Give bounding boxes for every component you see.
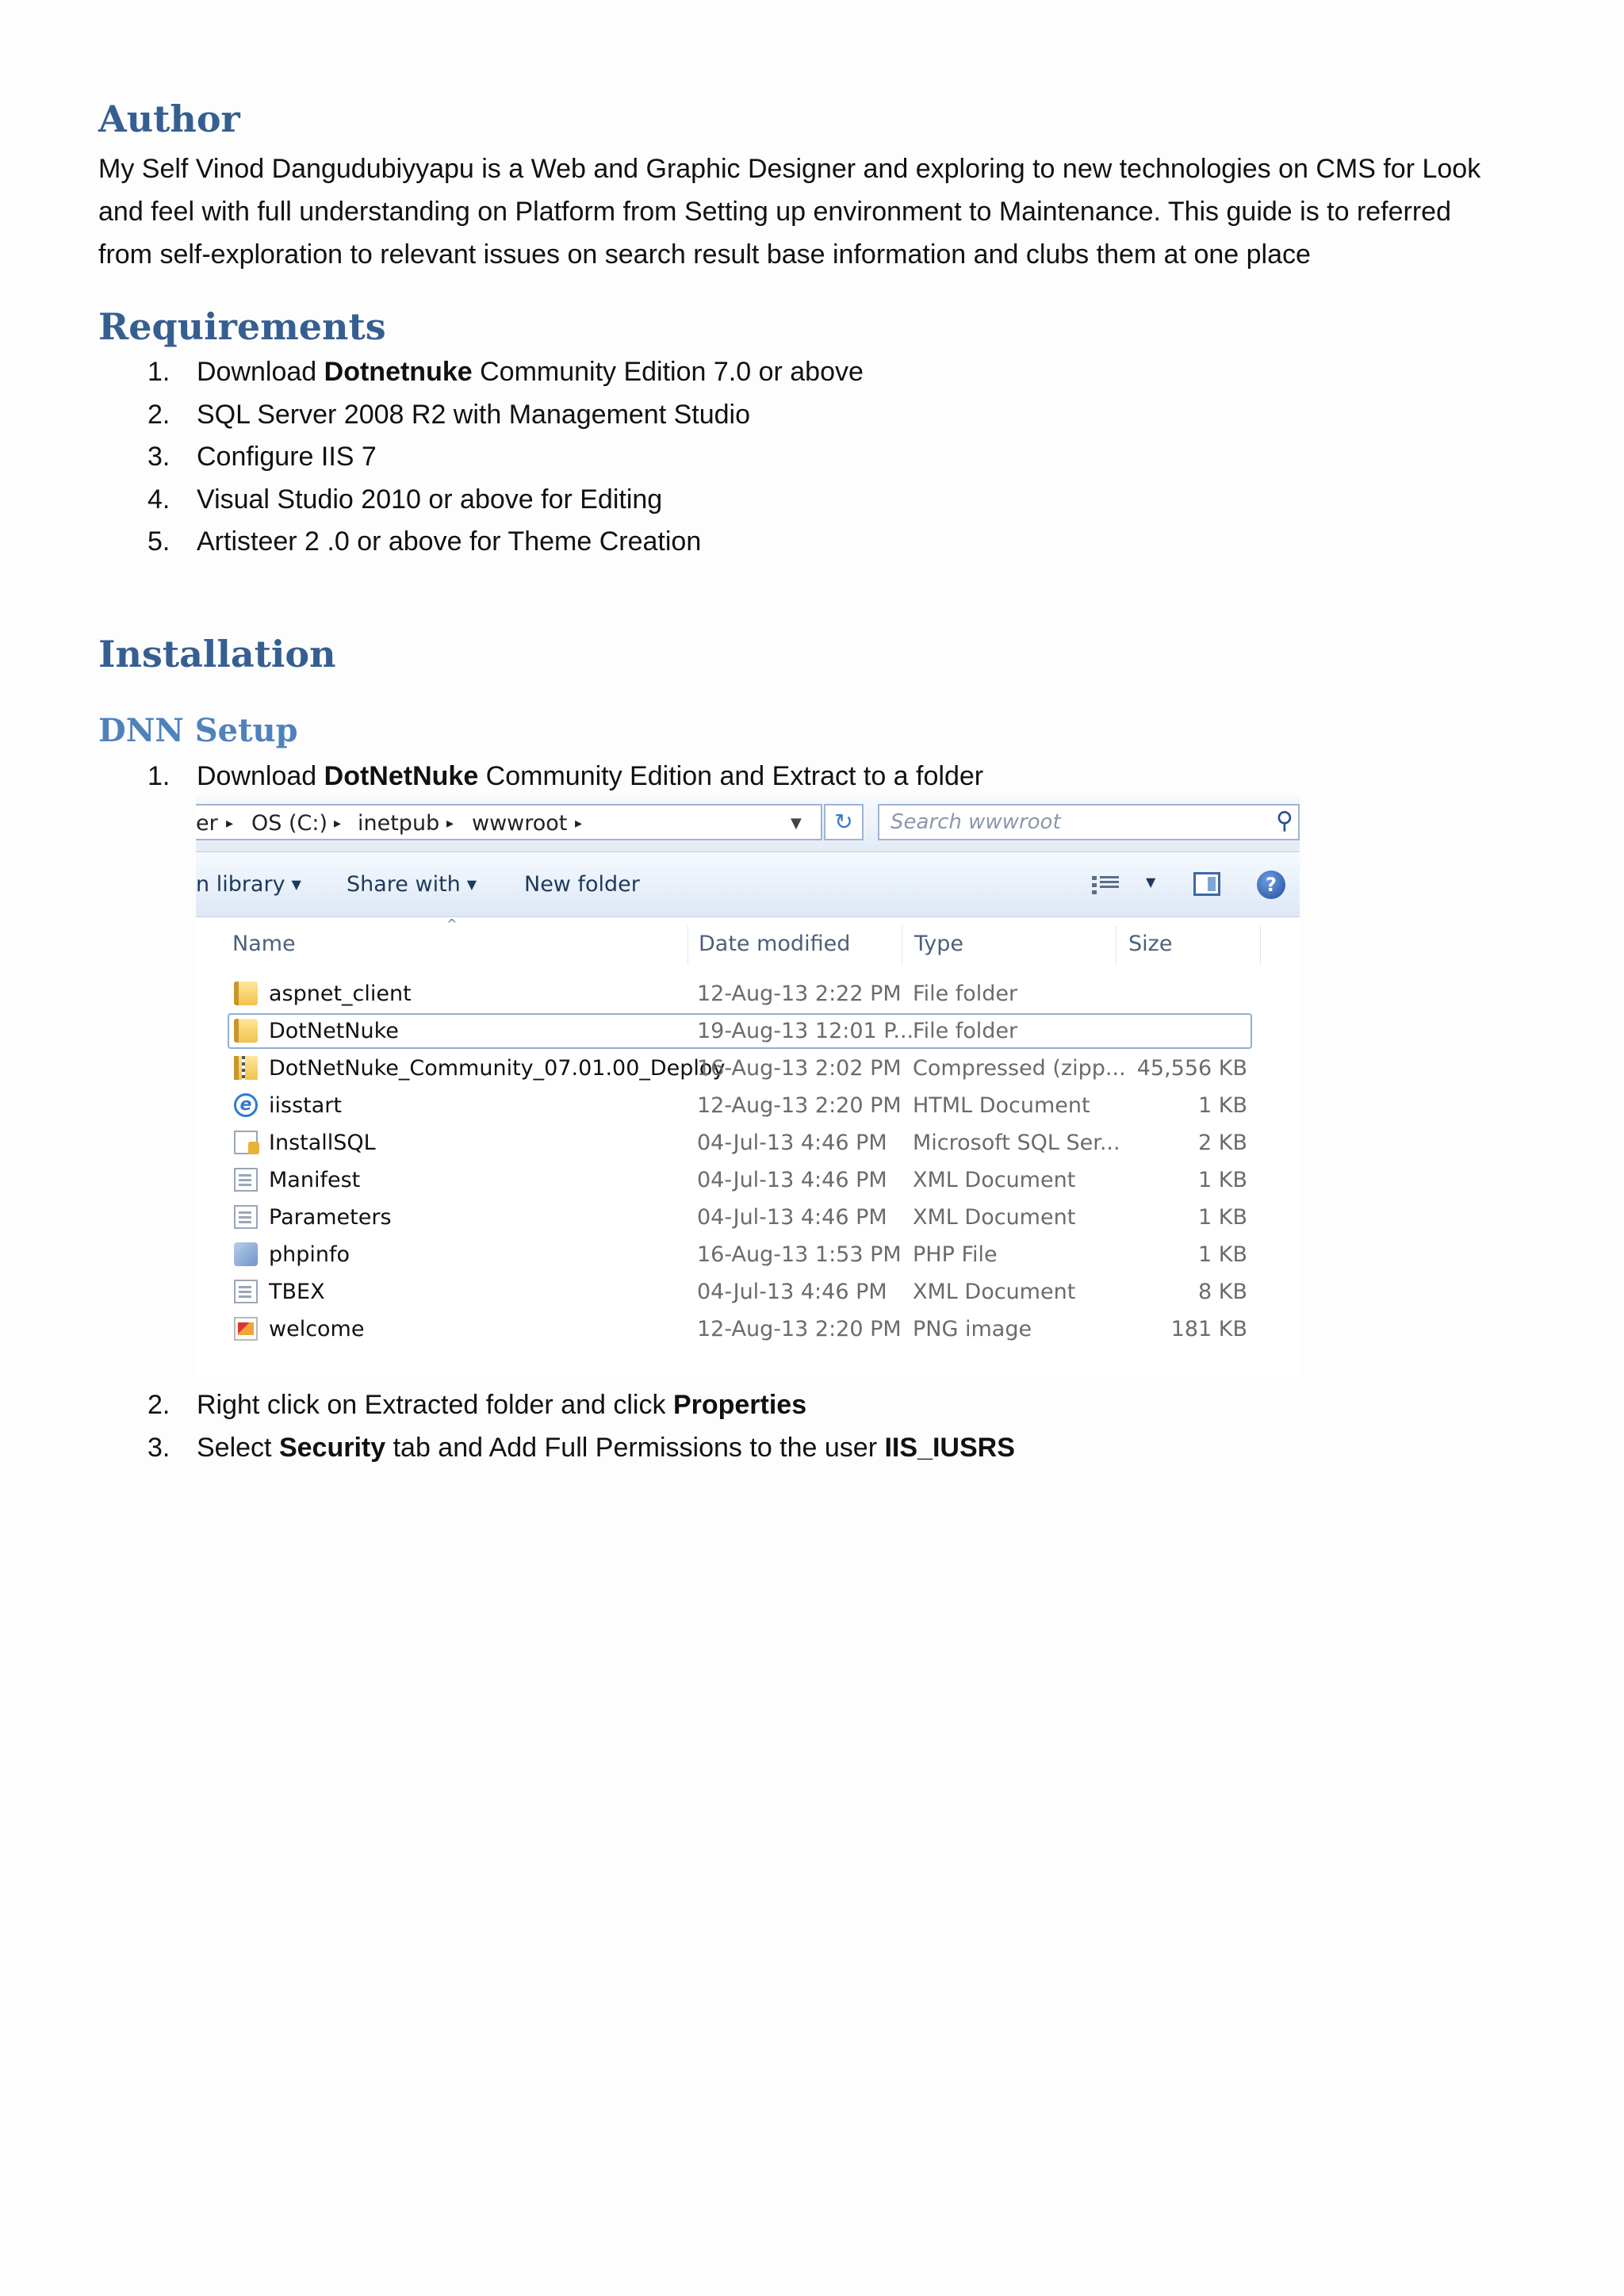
breadcrumb-computer[interactable]: er bbox=[196, 806, 218, 842]
php-icon bbox=[234, 1242, 258, 1266]
file-row[interactable]: InstallSQL 04-Jul-13 4:46 PM Microsoft SQL… bbox=[196, 1124, 1300, 1161]
file-row[interactable]: phpinfo 16-Aug-13 1:53 PM PHP File 1 KB bbox=[196, 1236, 1300, 1273]
breadcrumb-arrow-icon[interactable]: ▸ bbox=[446, 806, 454, 842]
explorer-screenshot: er ▸ OS (C:) ▸ inetpub ▸ wwwroot ▸ ▼ ↻ S… bbox=[196, 796, 1300, 1375]
new-folder-button[interactable]: New folder bbox=[524, 853, 640, 916]
file-row[interactable]: DotNetNuke_Community_07.01.00_Deploy 16-A… bbox=[196, 1050, 1300, 1087]
column-header-size[interactable]: Size bbox=[1128, 916, 1172, 972]
list-item: 1. Download Dotnetnuke Community Edition … bbox=[147, 357, 864, 387]
folder-icon bbox=[234, 982, 258, 1005]
search-placeholder: Search wwwroot bbox=[891, 810, 1061, 834]
xml-icon bbox=[234, 1280, 258, 1303]
address-bar-row: er ▸ OS (C:) ▸ inetpub ▸ wwwroot ▸ ▼ ↻ S… bbox=[196, 796, 1300, 852]
requirements-list: 1. Download Dotnetnuke Community Edition … bbox=[98, 351, 1526, 564]
xml-icon bbox=[234, 1205, 258, 1229]
folder-icon bbox=[234, 1019, 258, 1043]
document-page: Author My Self Vinod Dangudubiyyapu is a… bbox=[0, 0, 1624, 2296]
chevron-down-icon[interactable]: ▼ bbox=[1146, 874, 1155, 890]
view-options-icon[interactable] bbox=[1092, 874, 1119, 896]
file-row[interactable]: TBEX 04-Jul-13 4:46 PM XML Document 8 KB bbox=[196, 1273, 1300, 1311]
search-input[interactable]: Search wwwroot ⚲ bbox=[878, 804, 1300, 840]
sort-arrow-icon: ^ bbox=[446, 916, 458, 932]
column-header-name[interactable]: Name bbox=[232, 916, 296, 972]
file-row-selected[interactable]: DotNetNuke 19-Aug-13 12:01 P... File folde… bbox=[196, 1012, 1300, 1050]
chevron-down-icon: ▼ bbox=[466, 877, 477, 892]
file-row[interactable]: welcome 12-Aug-13 2:20 PM PNG image 181 KB bbox=[196, 1311, 1300, 1348]
chevron-down-icon: ▼ bbox=[291, 877, 301, 892]
breadcrumb-arrow-icon[interactable]: ▸ bbox=[334, 806, 341, 842]
help-icon[interactable]: ? bbox=[1257, 871, 1285, 899]
list-item: 2. Right click on Extracted folder and cl… bbox=[147, 1390, 807, 1420]
share-with-button[interactable]: Share with ▼ bbox=[347, 853, 477, 919]
include-library-button[interactable]: n library ▼ bbox=[196, 853, 301, 919]
setup-step-1: 1. Download DotNetNuke Community Edition … bbox=[98, 756, 1526, 798]
breadcrumb-wwwroot[interactable]: wwwroot bbox=[472, 806, 567, 842]
column-divider[interactable] bbox=[1260, 926, 1261, 964]
column-header-date[interactable]: Date modified bbox=[699, 916, 850, 972]
preview-pane-icon[interactable] bbox=[1193, 872, 1220, 896]
setup-steps-2-3: 2. Right click on Extracted folder and cl… bbox=[98, 1384, 1526, 1469]
author-line-3: from self-exploration to relevant issues… bbox=[98, 239, 1311, 270]
refresh-icon[interactable]: ↻ bbox=[824, 804, 864, 840]
zip-icon bbox=[234, 1056, 258, 1080]
explorer-toolbar: n library ▼ Share with ▼ New folder ▼ ? bbox=[196, 853, 1300, 917]
breadcrumb-arrow-icon[interactable]: ▸ bbox=[226, 806, 233, 842]
file-row[interactable]: Parameters 04-Jul-13 4:46 PM XML Document 1… bbox=[196, 1199, 1300, 1236]
breadcrumb-inetpub[interactable]: inetpub bbox=[358, 806, 439, 842]
file-row[interactable]: aspnet_client 12-Aug-13 2:22 PM File folde… bbox=[196, 975, 1300, 1012]
author-heading: Author bbox=[98, 98, 240, 140]
author-line-2: and feel with full understanding on Plat… bbox=[98, 197, 1451, 227]
author-paragraph: My Self Vinod Dangudubiyyapu is a Web an… bbox=[98, 147, 1526, 276]
breadcrumb-drive[interactable]: OS (C:) bbox=[251, 806, 327, 842]
address-bar[interactable]: er ▸ OS (C:) ▸ inetpub ▸ wwwroot ▸ ▼ bbox=[196, 804, 822, 840]
file-row[interactable]: Manifest 04-Jul-13 4:46 PM XML Document 1 K… bbox=[196, 1161, 1300, 1199]
png-icon bbox=[234, 1317, 258, 1341]
column-header-type[interactable]: Type bbox=[914, 916, 963, 972]
requirements-heading: Requirements bbox=[98, 305, 386, 348]
list-item: 5. Artisteer 2 .0 or above for Theme Crea… bbox=[147, 526, 702, 557]
breadcrumb-arrow-icon[interactable]: ▸ bbox=[575, 806, 582, 842]
list-item: 1. Download DotNetNuke Community Edition … bbox=[147, 761, 984, 791]
installation-heading: Installation bbox=[98, 633, 336, 675]
file-row[interactable]: e iisstart 12-Aug-13 2:20 PM HTML Document… bbox=[196, 1087, 1300, 1124]
author-line-1: My Self Vinod Dangudubiyyapu is a Web an… bbox=[98, 154, 1481, 184]
ie-icon: e bbox=[234, 1093, 258, 1117]
sql-icon bbox=[234, 1131, 259, 1154]
chevron-down-icon[interactable]: ▼ bbox=[791, 806, 802, 842]
list-item: 2. SQL Server 2008 R2 with Management Stu… bbox=[147, 399, 751, 430]
xml-icon bbox=[234, 1168, 258, 1192]
column-header-row: Name ^ Date modified Type Size bbox=[196, 916, 1300, 972]
list-item: 3. Configure IIS 7 bbox=[147, 442, 377, 472]
list-item: 4. Visual Studio 2010 or above for Editin… bbox=[147, 484, 663, 515]
dnn-setup-heading: DNN Setup bbox=[98, 712, 298, 749]
search-icon[interactable]: ⚲ bbox=[1276, 807, 1293, 835]
list-item: 3. Select Security tab and Add Full Permi… bbox=[147, 1432, 1015, 1463]
